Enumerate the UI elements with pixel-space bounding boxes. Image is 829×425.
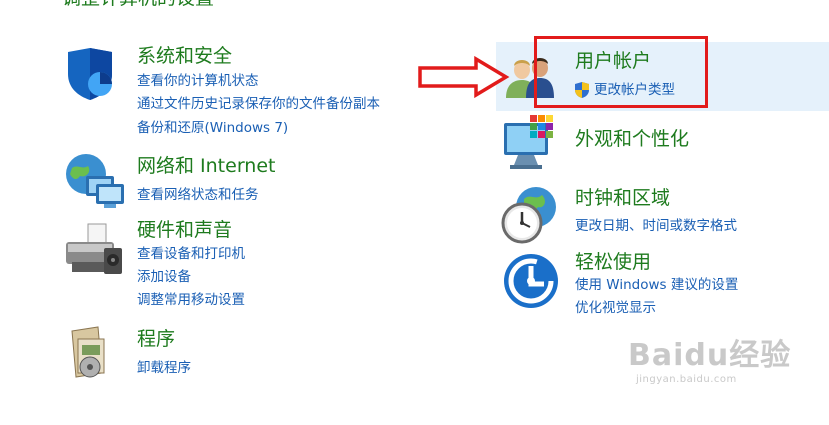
category-network-internet[interactable]: 网络和 Internet [137, 154, 275, 178]
link-optimize-visual-display[interactable]: 优化视觉显示 [575, 298, 656, 318]
link-view-computer-status[interactable]: 查看你的计算机状态 [137, 71, 259, 91]
category-clock-region[interactable]: 时钟和区域 [575, 186, 670, 210]
link-add-device[interactable]: 添加设备 [137, 267, 191, 287]
link-file-history-backup[interactable]: 通过文件历史记录保存你的文件备份副本 [137, 94, 380, 114]
annotation-arrow-icon [418, 55, 510, 99]
link-devices-printers[interactable]: 查看设备和打印机 [137, 244, 245, 264]
link-mobility-settings[interactable]: 调整常用移动设置 [137, 290, 245, 310]
programs-icon[interactable] [68, 325, 110, 381]
link-windows-recommended-settings[interactable]: 使用 Windows 建议的设置 [575, 275, 738, 295]
annotation-highlight-box [534, 36, 708, 108]
ease-of-access-icon[interactable] [502, 252, 560, 310]
appearance-monitor-icon[interactable] [502, 113, 560, 171]
category-programs[interactable]: 程序 [137, 327, 175, 351]
link-network-status[interactable]: 查看网络状态和任务 [137, 185, 259, 205]
page-heading: 调整计算机的设置 [62, 0, 214, 10]
shield-icon[interactable] [64, 46, 116, 102]
watermark-url: jingyan.baidu.com [636, 374, 737, 385]
printer-icon[interactable] [64, 222, 124, 278]
baidu-watermark: Baidu经验 jingyan.baidu.com [628, 330, 791, 385]
link-backup-restore[interactable]: 备份和还原(Windows 7) [137, 118, 288, 138]
category-hardware-sound[interactable]: 硬件和声音 [137, 218, 232, 242]
link-change-date-time-format[interactable]: 更改日期、时间或数字格式 [575, 216, 737, 236]
link-uninstall-program[interactable]: 卸载程序 [137, 358, 191, 378]
network-globe-icon[interactable] [64, 152, 126, 210]
clock-globe-icon[interactable] [500, 185, 560, 245]
category-ease-of-access[interactable]: 轻松使用 [575, 250, 651, 274]
category-appearance[interactable]: 外观和个性化 [575, 127, 689, 151]
watermark-brand: Baidu经验 [628, 338, 792, 373]
category-system-security[interactable]: 系统和安全 [137, 44, 232, 68]
